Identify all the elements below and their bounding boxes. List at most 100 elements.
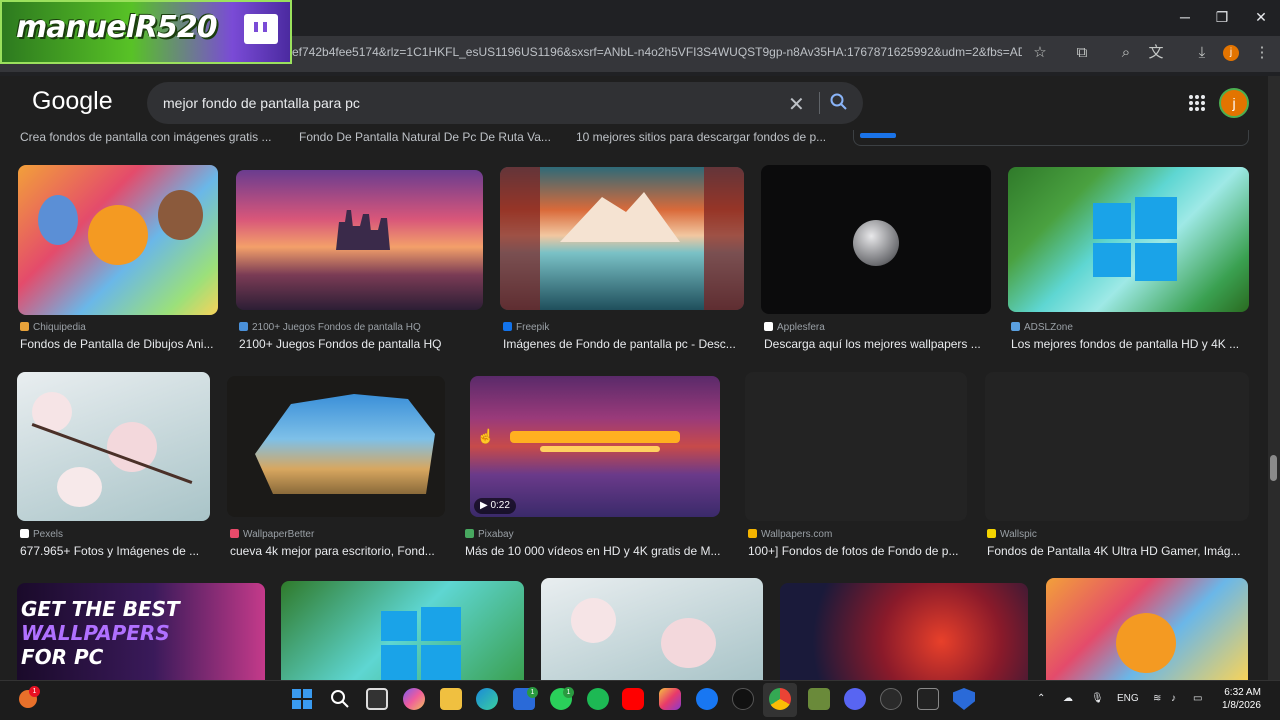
result-image-placeholder[interactable] <box>985 372 1249 521</box>
store-badge: 1 <box>527 687 538 698</box>
app-icon[interactable] <box>880 688 902 710</box>
minecraft-icon[interactable] <box>808 688 830 710</box>
result-image-cherry-blossom[interactable] <box>17 372 210 521</box>
lens-icon[interactable]: ⌕ <box>1114 42 1138 64</box>
battery-icon[interactable]: ▭ <box>1193 693 1202 704</box>
result-image-cartoon[interactable] <box>18 165 218 315</box>
result-source[interactable]: WallpaperBetter <box>230 529 314 540</box>
promo-line-2: WALLPAPERS <box>21 621 170 645</box>
search-input[interactable]: mejor fondo de pantalla para pc <box>163 95 360 111</box>
close-window-button[interactable]: ✕ <box>1246 6 1276 28</box>
bookmark-star-icon[interactable]: ☆ <box>1028 42 1052 64</box>
result-caption[interactable]: Los mejores fondos de pantalla HD y 4K .… <box>1011 337 1249 351</box>
epic-games-icon[interactable] <box>917 688 939 710</box>
facebook-icon[interactable] <box>696 688 718 710</box>
favicon-icon <box>239 322 248 331</box>
url-text[interactable]: ef742b4fee5174&rlz=1C1HKFL_esUS1196US119… <box>292 45 1022 59</box>
result-image-cave-beach[interactable] <box>227 376 445 517</box>
translate-icon[interactable]: 文 <box>1144 42 1168 64</box>
result-image-windows-beach[interactable] <box>281 581 524 680</box>
spotify-icon[interactable] <box>587 688 609 710</box>
menu-kebab-icon[interactable]: ⋮ <box>1250 42 1274 64</box>
task-view-icon[interactable] <box>366 688 388 710</box>
volume-icon[interactable]: ♪ <box>1171 693 1176 704</box>
youtube-icon[interactable] <box>622 688 644 710</box>
result-image-video-sunset[interactable]: ▶ 0:22 <box>470 376 720 517</box>
restore-button[interactable]: ❐ <box>1207 6 1237 28</box>
result-caption[interactable]: Fondos de Pantalla 4K Ultra HD Gamer, Im… <box>987 544 1249 558</box>
result-source[interactable]: Freepik <box>503 322 549 333</box>
result-image-cherry-blossom[interactable] <box>541 578 763 680</box>
result-caption[interactable]: 2100+ Juegos Fondos de pantalla HQ <box>239 337 483 351</box>
result-caption[interactable]: Fondos de Pantalla de Dibujos Ani... <box>20 337 218 351</box>
windows-start-icon[interactable] <box>292 689 312 709</box>
google-logo[interactable]: Google <box>32 87 113 116</box>
tiktok-icon[interactable] <box>732 688 754 710</box>
result-caption[interactable]: Imágenes de Fondo de pantalla pc - Desc.… <box>503 337 744 351</box>
top-caption[interactable]: Crea fondos de pantalla con imágenes gra… <box>20 130 271 144</box>
result-source[interactable]: Pexels <box>20 529 63 540</box>
system-clock[interactable]: 6:32 AM 1/8/2026 <box>1222 686 1261 712</box>
taskbar-search-icon[interactable] <box>330 689 350 709</box>
favicon-icon <box>503 322 512 331</box>
video-duration-badge: ▶ 0:22 <box>474 498 516 514</box>
result-source[interactable]: ADSLZone <box>1011 322 1073 333</box>
result-image-nebula[interactable] <box>780 583 1028 680</box>
favicon-icon <box>465 529 474 538</box>
favicon-icon <box>987 529 996 538</box>
chrome-icon[interactable] <box>769 688 791 710</box>
google-apps-icon[interactable] <box>1188 94 1206 112</box>
tray-overflow-icon[interactable]: ⌃ <box>1037 693 1045 704</box>
result-image-promo[interactable]: GET THE BEST WALLPAPERS FOR PC <box>17 583 265 680</box>
favicon-icon <box>20 322 29 331</box>
result-image-city-sunset[interactable] <box>236 170 483 310</box>
result-caption[interactable]: Descarga aquí los mejores wallpapers ... <box>764 337 991 351</box>
result-caption[interactable]: 677.965+ Fotos y Imágenes de ... <box>20 544 210 558</box>
result-source[interactable]: Pixabay <box>465 529 514 540</box>
search-divider <box>819 92 820 114</box>
promo-line-1: GET THE BEST <box>21 597 180 621</box>
instagram-icon[interactable] <box>659 688 681 710</box>
search-icon[interactable] <box>829 92 849 112</box>
clock-time: 6:32 AM <box>1224 687 1261 698</box>
result-caption[interactable]: Más de 10 000 vídeos en HD y 4K gratis d… <box>465 544 727 558</box>
result-image-placeholder[interactable] <box>745 372 967 521</box>
favicon-icon <box>764 322 773 331</box>
result-source[interactable]: Wallspic <box>987 529 1037 540</box>
result-caption[interactable]: cueva 4k mejor para escritorio, Fond... <box>230 544 445 558</box>
result-image-apple[interactable] <box>761 165 991 314</box>
result-image-mountain-reflection[interactable] <box>500 167 744 310</box>
result-source[interactable]: Wallpapers.com <box>748 529 832 540</box>
result-caption[interactable]: 100+] Fondos de fotos de Fondo de p... <box>748 544 967 558</box>
language-indicator[interactable]: ENG <box>1117 693 1139 704</box>
discord-icon[interactable] <box>844 688 866 710</box>
streamer-overlay-logo: manuelR520 <box>0 0 292 64</box>
edge-icon[interactable] <box>476 688 498 710</box>
onedrive-icon[interactable]: ☁ <box>1063 693 1073 704</box>
extensions-icon[interactable]: ⧉ <box>1070 42 1094 64</box>
result-source[interactable]: Applesfera <box>764 322 825 333</box>
result-source[interactable]: Chiquipedia <box>20 322 86 333</box>
microphone-icon[interactable]: 🎙 <box>1091 693 1104 704</box>
account-avatar[interactable]: j <box>1219 88 1249 118</box>
page-scrollbar[interactable] <box>1268 76 1280 680</box>
scrollbar-thumb[interactable] <box>1270 455 1277 481</box>
top-caption[interactable]: 10 mejores sitios para descargar fondos … <box>576 130 826 144</box>
copilot-icon[interactable] <box>403 688 425 710</box>
browser-profile-avatar[interactable]: j <box>1223 45 1239 61</box>
minimize-button[interactable]: ─ <box>1170 6 1200 28</box>
favicon-icon <box>748 529 757 538</box>
windows-logo-icon <box>1093 197 1177 281</box>
download-icon[interactable]: ⤓ <box>1190 42 1214 64</box>
result-image-windows-beach[interactable] <box>1008 167 1249 312</box>
result-source[interactable]: 2100+ Juegos Fondos de pantalla HQ <box>239 322 421 333</box>
favicon-icon <box>20 529 29 538</box>
promo-line-3: FOR PC <box>21 645 104 669</box>
file-explorer-icon[interactable] <box>440 688 462 710</box>
top-caption[interactable]: Fondo De Pantalla Natural De Pc De Ruta … <box>299 130 551 144</box>
result-image-cartoon[interactable] <box>1046 578 1248 680</box>
mouse-cursor-icon: ☝ <box>477 428 495 444</box>
wifi-icon[interactable]: ≋ <box>1153 693 1161 704</box>
clear-search-icon[interactable]: ✕ <box>788 92 805 117</box>
streamer-name: manuelR520 <box>16 10 218 45</box>
